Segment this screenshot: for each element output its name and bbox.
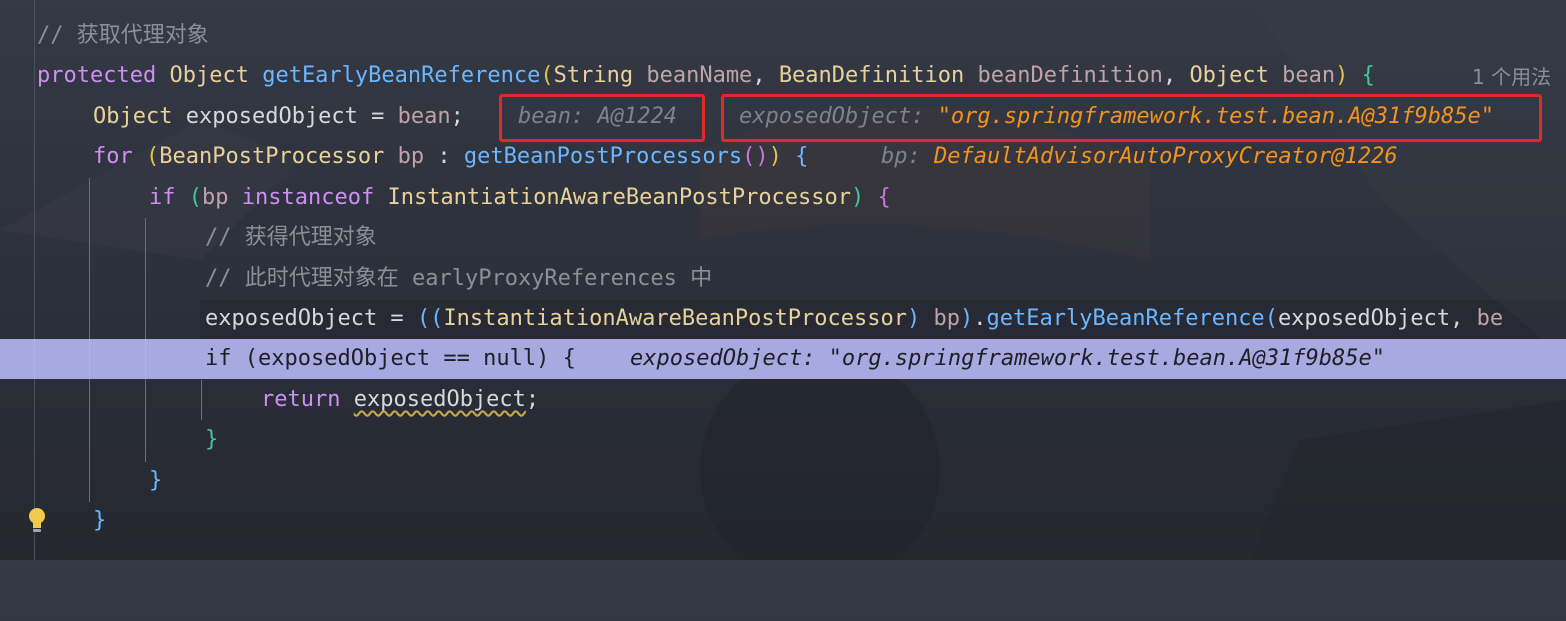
code-line: protected Object getEarlyBeanReference(S… <box>0 56 1566 96</box>
code-line: // 获得代理对象 <box>0 218 1566 258</box>
closing-brace: } <box>149 468 163 493</box>
param-type: BeanDefinition <box>778 63 965 88</box>
keyword: for <box>93 144 133 169</box>
usages-hint[interactable]: 1 个用法 <box>1472 57 1551 97</box>
keyword: return <box>261 387 341 412</box>
method-name: getBeanPostProcessors <box>463 144 743 169</box>
keyword: if <box>205 346 232 371</box>
variable: exposedObject <box>205 306 378 331</box>
param-type: Object <box>1189 63 1269 88</box>
param-name: bean <box>1282 63 1336 88</box>
code-line: } <box>0 501 1566 541</box>
code-line: for (BeanPostProcessor bp : getBeanPostP… <box>0 137 1566 177</box>
lightbulb-icon[interactable] <box>27 506 47 534</box>
keyword: instanceof <box>241 185 375 210</box>
comment: // 此时代理对象在 earlyProxyReferences 中 <box>205 266 713 291</box>
code-editor[interactable]: // 获取代理对象 protected Object getEarlyBeanR… <box>0 0 1566 560</box>
closing-brace: } <box>205 427 219 452</box>
keyword: protected <box>37 63 157 88</box>
type: InstantiationAwareBeanPostProcessor <box>387 185 852 210</box>
debug-inline-value: bp: DefaultAdvisorAutoProxyCreator@1226 <box>881 144 1398 169</box>
annotation-box-bean <box>499 94 705 142</box>
comment: // 获取代理对象 <box>37 23 209 48</box>
variable: exposedObject <box>185 104 358 129</box>
method-name: getEarlyBeanReference <box>262 63 541 88</box>
code-line: // 获取代理对象 <box>0 16 1566 56</box>
code-line: if (bp instanceof InstantiationAwareBean… <box>149 185 891 210</box>
current-execution-line: if (exposedObject == null) { exposedObje… <box>0 339 1566 379</box>
variable: be <box>1476 306 1504 331</box>
param-type: String <box>553 63 634 88</box>
variable: exposedObject <box>1277 306 1451 331</box>
param-name: beanName <box>646 63 753 88</box>
code-line: } <box>0 420 1566 460</box>
debug-inline-value: exposedObject: "org.springframework.test… <box>630 346 1385 371</box>
method-signature: protected Object getEarlyBeanReference(S… <box>37 63 1375 88</box>
operator: = <box>371 104 385 129</box>
code-line: // 此时代理对象在 earlyProxyReferences 中 <box>0 259 1566 299</box>
annotation-box-exposed-object <box>721 94 1542 142</box>
type: InstantiationAwareBeanPostProcessor <box>443 306 908 331</box>
variable: bp <box>202 185 229 210</box>
code-line: exposedObject = ((InstantiationAwareBean… <box>205 306 1504 331</box>
return-type: Object <box>169 63 249 88</box>
variable: bp <box>397 144 425 169</box>
variable: exposedObject <box>353 387 526 412</box>
code-line: } <box>0 461 1566 501</box>
param-name: beanDefinition <box>977 63 1163 88</box>
type: BeanPostProcessor <box>159 144 385 169</box>
keyword: if <box>149 185 176 210</box>
type: Object <box>93 104 173 129</box>
closing-brace: } <box>93 508 107 533</box>
expression: (exposedObject == null) { <box>244 346 576 371</box>
code-line: return exposedObject; <box>261 387 540 412</box>
if-statement: if (exposedObject == null) { <box>205 339 576 379</box>
variable: bp <box>933 306 961 331</box>
method-name: getEarlyBeanReference <box>986 306 1265 331</box>
variable: bean <box>397 104 451 129</box>
comment: // 获得代理对象 <box>205 225 377 250</box>
